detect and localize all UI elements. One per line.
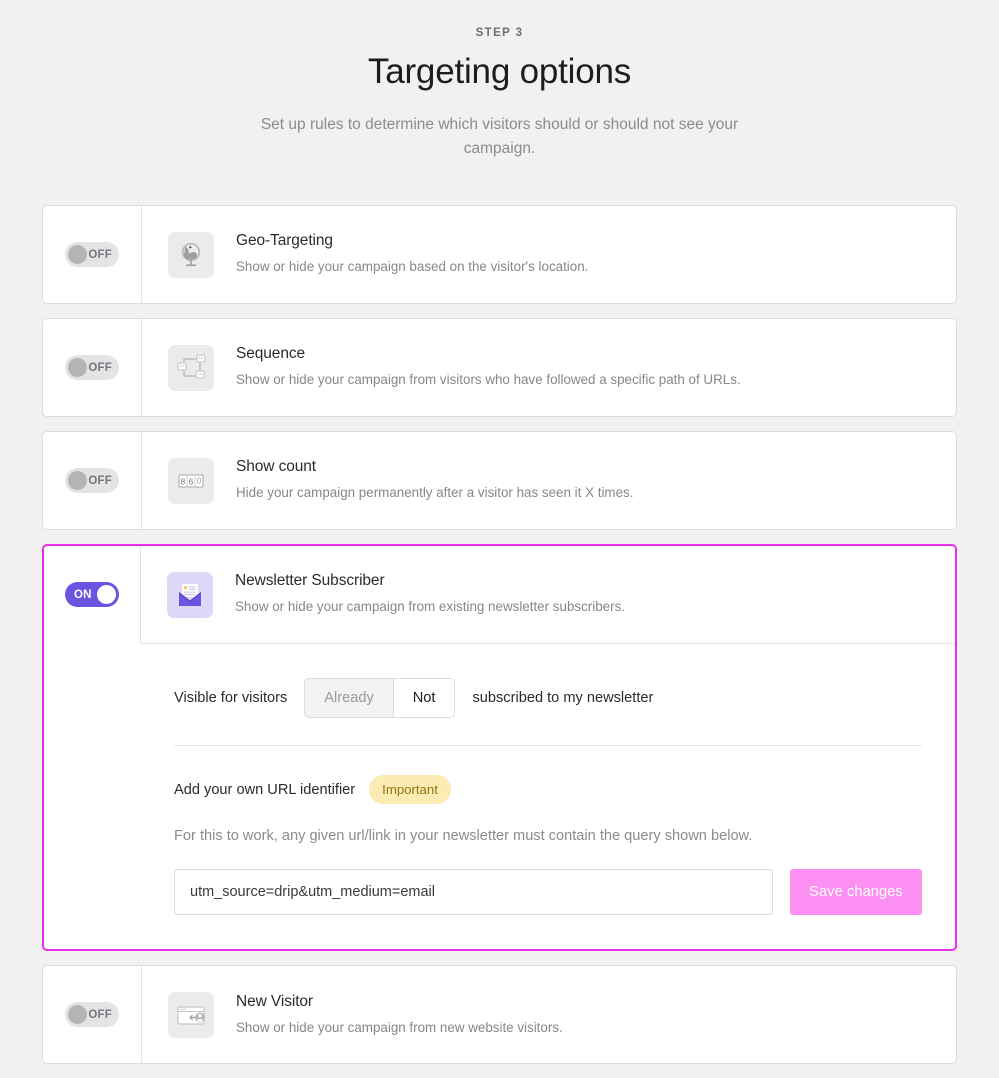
toggle-column: OFF <box>43 966 142 1063</box>
toggle-label: ON <box>74 589 92 601</box>
toggle-new-visitor[interactable]: OFF <box>65 1002 119 1027</box>
option-title: Show count <box>236 458 934 476</box>
toggle-label: OFF <box>88 475 112 487</box>
option-title: Sequence <box>236 345 934 363</box>
visible-for-visitors-row: Visible for visitors Already Not subscri… <box>174 674 922 718</box>
toggle-sequence[interactable]: OFF <box>65 355 119 380</box>
toggle-knob <box>97 585 116 604</box>
option-title: Newsletter Subscriber <box>235 572 933 590</box>
counter-odometer-icon: 8 6 0 <box>168 458 214 504</box>
toggle-label: OFF <box>88 362 112 374</box>
globe-icon <box>168 232 214 278</box>
svg-text:8: 8 <box>181 477 186 486</box>
toggle-column: ON <box>44 546 141 643</box>
card-body: Newsletter Subscriber Show or hide your … <box>141 546 955 643</box>
option-description: Show or hide your campaign from new webs… <box>236 1019 934 1037</box>
url-identifier-row: Add your own URL identifier Important <box>174 775 922 804</box>
card-text: Geo-Targeting Show or hide your campaign… <box>236 232 934 276</box>
card-main: OFF 8 6 0 Sho <box>43 432 956 529</box>
page-title: Targeting options <box>0 52 999 92</box>
open-envelope-icon <box>167 572 213 618</box>
targeting-options-page: STEP 3 Targeting options Set up rules to… <box>0 0 999 1078</box>
subscription-segmented-control[interactable]: Already Not <box>304 678 455 718</box>
toggle-knob <box>68 245 87 264</box>
card-body: Geo-Targeting Show or hide your campaign… <box>142 206 956 303</box>
option-description: Show or hide your campaign based on the … <box>236 258 934 276</box>
option-title: New Visitor <box>236 993 934 1011</box>
page-header: STEP 3 Targeting options Set up rules to… <box>0 0 999 161</box>
url-help-text: For this to work, any given url/link in … <box>174 826 922 846</box>
card-body: Sequence Show or hide your campaign from… <box>142 319 956 416</box>
option-card-newsletter-subscriber: ON <box>42 544 957 951</box>
svg-text:0: 0 <box>197 476 202 485</box>
card-text: New Visitor Show or hide your campaign f… <box>236 993 934 1037</box>
option-title: Geo-Targeting <box>236 232 934 250</box>
card-main: OFF <box>43 966 956 1063</box>
option-card-geo-targeting: OFF Geo-Targeting <box>42 205 957 304</box>
segment-not[interactable]: Not <box>393 679 455 717</box>
toggle-newsletter-subscriber[interactable]: ON <box>65 582 119 607</box>
card-main: OFF <box>43 319 956 416</box>
toggle-show-count[interactable]: OFF <box>65 468 119 493</box>
option-description: Show or hide your campaign from visitors… <box>236 371 934 389</box>
card-main: ON <box>44 546 955 643</box>
toggle-label: OFF <box>88 1009 112 1021</box>
important-badge: Important <box>369 775 451 804</box>
card-main: OFF Geo-Targeting <box>43 206 956 303</box>
option-description: Hide your campaign permanently after a v… <box>236 484 934 502</box>
url-input-row: Save changes <box>174 869 922 915</box>
toggle-knob <box>68 1005 87 1024</box>
option-card-show-count: OFF 8 6 0 Sho <box>42 431 957 530</box>
panel-divider <box>174 745 922 746</box>
toggle-column: OFF <box>43 206 142 303</box>
subscribed-suffix-label: subscribed to my newsletter <box>472 690 653 706</box>
step-label: STEP 3 <box>0 27 999 39</box>
toggle-label: OFF <box>88 249 112 261</box>
card-text: Newsletter Subscriber Show or hide your … <box>235 572 933 616</box>
card-body: New Visitor Show or hide your campaign f… <box>142 966 956 1063</box>
targeting-options-list: OFF Geo-Targeting <box>0 205 999 1064</box>
browser-new-visitor-icon <box>168 992 214 1038</box>
visible-for-visitors-label: Visible for visitors <box>174 690 287 706</box>
save-changes-button[interactable]: Save changes <box>790 869 922 915</box>
page-subtitle: Set up rules to determine which visitors… <box>235 113 765 161</box>
toggle-knob <box>68 471 87 490</box>
option-description: Show or hide your campaign from existing… <box>235 598 933 616</box>
toggle-knob <box>68 358 87 377</box>
toggle-column: OFF <box>43 319 142 416</box>
card-body: 8 6 0 Show count Hide your campaign perm… <box>142 432 956 529</box>
toggle-geo-targeting[interactable]: OFF <box>65 242 119 267</box>
url-identifier-input[interactable] <box>174 869 773 915</box>
card-text: Sequence Show or hide your campaign from… <box>236 345 934 389</box>
svg-text:6: 6 <box>189 477 194 486</box>
card-text: Show count Hide your campaign permanentl… <box>236 458 934 502</box>
option-card-new-visitor: OFF <box>42 965 957 1064</box>
sequence-flow-icon <box>168 345 214 391</box>
newsletter-settings-panel: Visible for visitors Already Not subscri… <box>141 643 955 949</box>
option-card-sequence: OFF <box>42 318 957 417</box>
segment-already[interactable]: Already <box>305 679 392 717</box>
url-identifier-label: Add your own URL identifier <box>174 782 355 798</box>
toggle-column: OFF <box>43 432 142 529</box>
